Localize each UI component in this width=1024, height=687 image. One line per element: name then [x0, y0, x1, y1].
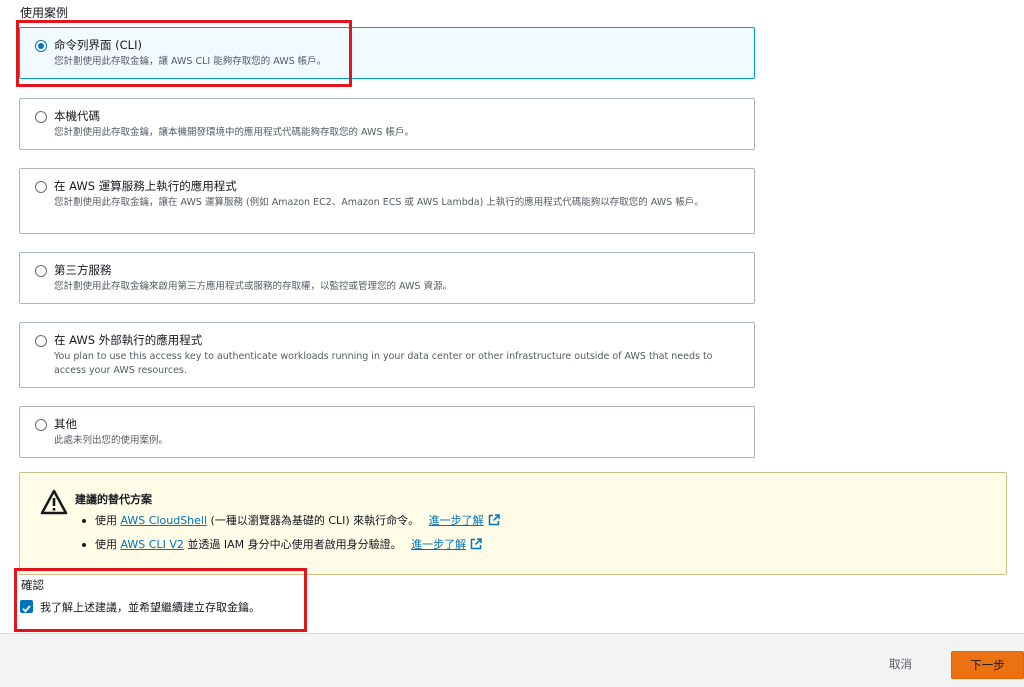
option-third-party[interactable]: 第三方服務 您計劃使用此存取金鑰來啟用第三方應用程式或服務的存取權，以監控或管理…: [19, 252, 755, 304]
external-link-icon[interactable]: [470, 538, 482, 550]
option-description: 您計劃使用此存取金鑰來啟用第三方應用程式或服務的存取權，以監控或管理您的 AWS…: [54, 281, 452, 292]
footer-bar: 取消 下一步: [0, 633, 1024, 687]
option-description: 您計劃使用此存取金鑰，讓在 AWS 運算服務 (例如 Amazon EC2、Am…: [54, 197, 704, 208]
cancel-button[interactable]: 取消: [889, 656, 912, 672]
learn-more-link[interactable]: 進一步了解: [429, 514, 484, 527]
option-description: 您計劃使用此存取金鑰，讓本機開發環境中的應用程式代碼能夠存取您的 AWS 帳戶。: [54, 127, 414, 138]
alert-item-text: 並透過 IAM 身分中心使用者啟用身分驗證。: [183, 538, 402, 551]
next-button[interactable]: 下一步: [951, 651, 1024, 679]
highlight-box-confirmation: [14, 568, 307, 632]
alert-item-text: 使用: [95, 514, 121, 527]
radio-button[interactable]: [35, 111, 47, 123]
option-local-code[interactable]: 本機代碼 您計劃使用此存取金鑰，讓本機開發環境中的應用程式代碼能夠存取您的 AW…: [19, 98, 755, 150]
option-title: 在 AWS 運算服務上執行的應用程式: [54, 179, 237, 193]
alert-item-text: (一種以瀏覽器為基礎的 CLI) 來執行命令。: [207, 514, 420, 527]
option-description: You plan to use this access key to authe…: [54, 351, 713, 376]
alert-list: 使用 AWS CloudShell (一種以瀏覽器為基礎的 CLI) 來執行命令…: [80, 513, 500, 561]
option-title: 在 AWS 外部執行的應用程式: [54, 333, 203, 347]
option-description: 此處未列出您的使用案例。: [54, 435, 169, 446]
option-title: 其他: [54, 417, 77, 431]
option-aws-compute[interactable]: 在 AWS 運算服務上執行的應用程式 您計劃使用此存取金鑰，讓在 AWS 運算服…: [19, 168, 755, 234]
radio-button[interactable]: [35, 335, 47, 347]
highlight-box-cli: [16, 20, 352, 87]
aws-cloudshell-link[interactable]: AWS CloudShell: [121, 514, 208, 527]
radio-button[interactable]: [35, 265, 47, 277]
alert-item: 使用 AWS CloudShell (一種以瀏覽器為基礎的 CLI) 來執行命令…: [80, 513, 500, 537]
aws-cli-v2-link[interactable]: AWS CLI V2: [121, 538, 184, 551]
radio-button[interactable]: [35, 181, 47, 193]
learn-more-link[interactable]: 進一步了解: [411, 538, 466, 551]
option-outside-aws[interactable]: 在 AWS 外部執行的應用程式 You plan to use this acc…: [19, 322, 755, 388]
alert-item-text: 使用: [95, 538, 121, 551]
warning-icon: [40, 489, 68, 515]
radio-button[interactable]: [35, 419, 47, 431]
section-label: 使用案例: [20, 6, 69, 20]
option-other[interactable]: 其他 此處未列出您的使用案例。: [19, 406, 755, 458]
alert-title: 建議的替代方案: [75, 493, 152, 506]
external-link-icon[interactable]: [488, 514, 500, 526]
option-title: 本機代碼: [54, 109, 100, 123]
alternatives-alert: 建議的替代方案 使用 AWS CloudShell (一種以瀏覽器為基礎的 CL…: [19, 472, 1007, 575]
option-title: 第三方服務: [54, 263, 112, 277]
alert-item: 使用 AWS CLI V2 並透過 IAM 身分中心使用者啟用身分驗證。 進一步…: [80, 537, 500, 561]
